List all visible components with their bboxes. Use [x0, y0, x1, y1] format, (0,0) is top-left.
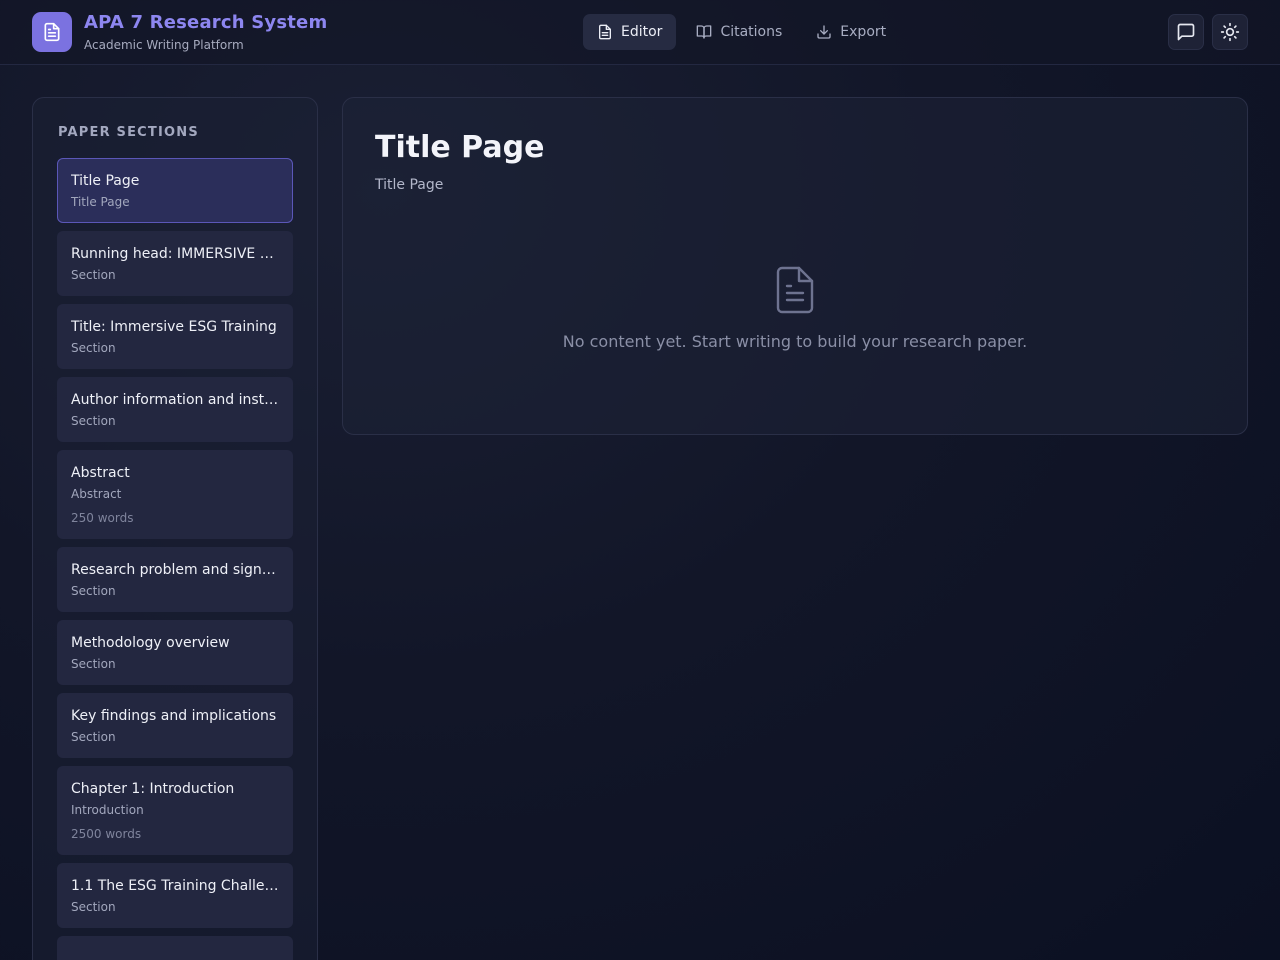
- section-type: Abstract: [71, 487, 122, 501]
- section-type: Section: [71, 657, 116, 671]
- paper-sections-sidebar: PAPER SECTIONS Title Page Title Page Run…: [32, 97, 318, 960]
- section-title: Key findings and implications: [71, 708, 277, 724]
- download-icon: [817, 25, 831, 39]
- section-item-key-findings[interactable]: Key findings and implications Section: [57, 693, 293, 758]
- tab-citations[interactable]: Citations: [682, 14, 796, 50]
- file-text-icon: [776, 266, 814, 314]
- document-icon[interactable]: [32, 12, 72, 52]
- tab-export[interactable]: Export: [802, 14, 900, 50]
- section-item-title[interactable]: Title: Immersive ESG Training Section: [57, 304, 293, 369]
- file-text-icon: [599, 24, 611, 40]
- section-item-esg-challenge[interactable]: 1.1 The ESG Training Challenge Section: [57, 863, 293, 928]
- tab-editor[interactable]: Editor: [583, 14, 677, 50]
- section-item-next[interactable]: [57, 936, 293, 960]
- section-type: Section: [71, 414, 116, 428]
- section-title: Running head: IMMERSIVE ESG TRAINING: [71, 246, 279, 262]
- editor-panel: Title Page Title Page No content yet. St…: [342, 97, 1248, 435]
- app-header: APA 7 Research System Academic Writing P…: [0, 0, 1280, 65]
- section-item-methodology[interactable]: Methodology overview Section: [57, 620, 293, 685]
- section-type: Section: [71, 584, 116, 598]
- section-type: Section: [71, 900, 116, 914]
- section-item-abstract[interactable]: Abstract Abstract 250 words: [57, 450, 293, 539]
- section-type: Title Page: [71, 195, 130, 209]
- section-word-count: 250 words: [71, 511, 134, 525]
- tab-label: Citations: [720, 24, 783, 40]
- tab-label: Export: [840, 24, 887, 40]
- tab-label: Editor: [621, 24, 663, 40]
- app-subtitle: Academic Writing Platform: [84, 38, 244, 52]
- section-item-research-problem[interactable]: Research problem and significance Sectio…: [57, 547, 293, 612]
- sun-icon: [1220, 22, 1240, 42]
- section-type: Section: [71, 341, 116, 355]
- page-title: Title Page: [375, 130, 545, 165]
- page-subtitle: Title Page: [375, 177, 444, 193]
- empty-state-message: No content yet. Start writing to build y…: [562, 332, 1028, 351]
- section-title: Author information and institutional aff…: [71, 392, 279, 408]
- main-nav: Editor Citations Export: [583, 14, 900, 50]
- theme-toggle-button[interactable]: [1212, 14, 1248, 50]
- section-word-count: 2500 words: [71, 827, 142, 841]
- comment-button[interactable]: [1168, 14, 1204, 50]
- section-type: Section: [71, 268, 116, 282]
- section-title: 1.1 The ESG Training Challenge: [71, 878, 279, 894]
- section-type: Section: [71, 730, 116, 744]
- section-title: Chapter 1: Introduction: [71, 781, 235, 797]
- app-title: APA 7 Research System: [84, 12, 328, 33]
- section-item-chapter-1[interactable]: Chapter 1: Introduction Introduction 250…: [57, 766, 293, 855]
- section-title: Methodology overview: [71, 635, 230, 651]
- section-title: Abstract: [71, 465, 130, 481]
- section-title: Title Page: [71, 173, 140, 189]
- section-title: Research problem and significance: [71, 562, 279, 578]
- book-open-icon: [697, 25, 712, 39]
- sidebar-heading: PAPER SECTIONS: [58, 125, 199, 140]
- section-title: Title: Immersive ESG Training: [71, 319, 277, 335]
- section-item-author-info[interactable]: Author information and institutional aff…: [57, 377, 293, 442]
- section-type: Introduction: [71, 803, 144, 817]
- section-list: Title Page Title Page Running head: IMME…: [57, 158, 293, 960]
- section-item-title-page[interactable]: Title Page Title Page: [57, 158, 293, 223]
- comment-icon: [1177, 23, 1195, 41]
- section-item-running-head[interactable]: Running head: IMMERSIVE ESG TRAINING Sec…: [57, 231, 293, 296]
